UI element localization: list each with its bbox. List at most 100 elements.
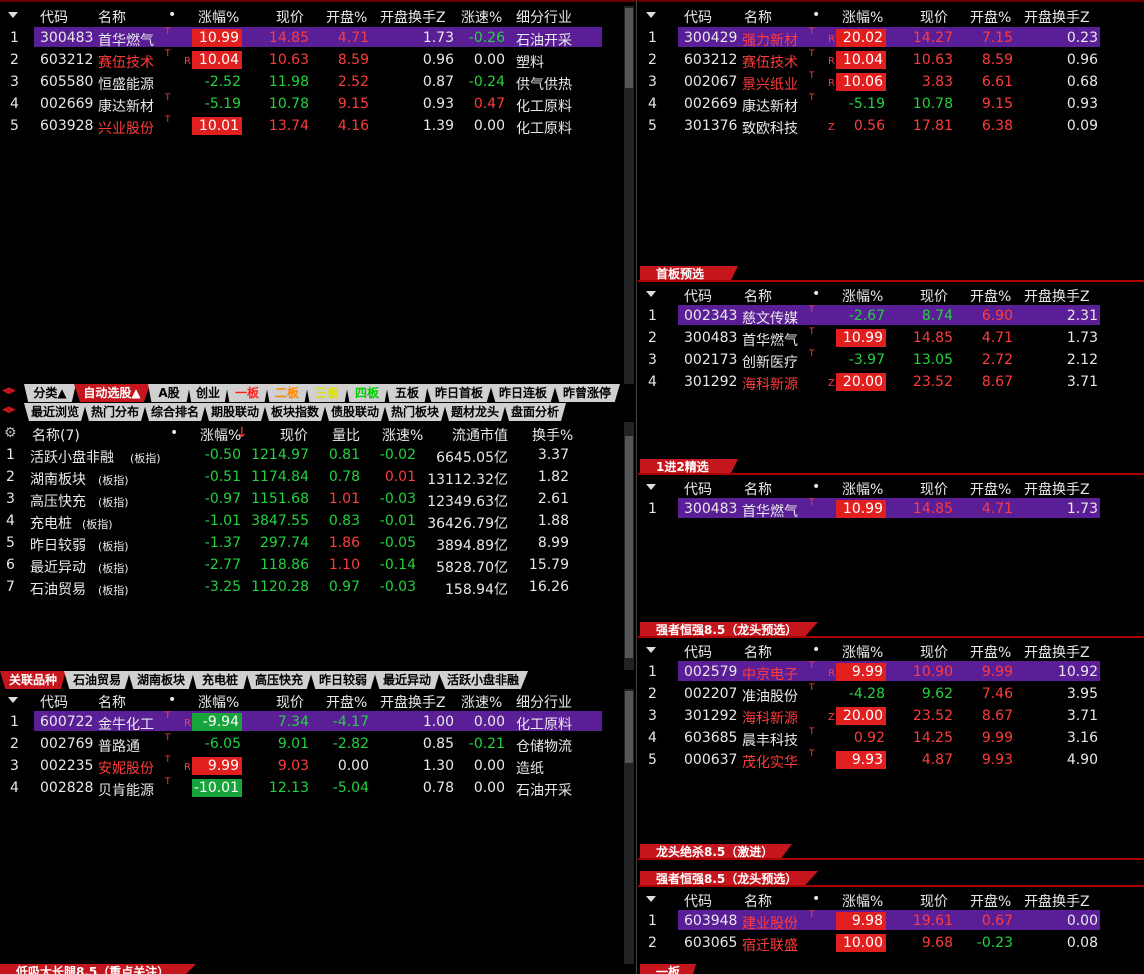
tab-7[interactable]: 题材龙头 (444, 403, 506, 421)
column-header[interactable]: 名称 (744, 479, 772, 499)
table-row[interactable]: 1 600722 金牛化工 T R -9.94 7.34 -4.17 1.00 0.00 化工原料 (0, 711, 624, 733)
table-row[interactable]: 2 002207 准油股份 T -4.28 9.62 7.46 3.95 (638, 683, 1144, 705)
column-header[interactable]: 名称 (744, 7, 772, 27)
column-header[interactable]: 涨速% (461, 692, 502, 712)
sort-menu-icon[interactable] (646, 12, 656, 18)
column-header[interactable]: 代码 (40, 7, 68, 27)
tab-4[interactable]: 高压快充 (246, 671, 312, 689)
column-header[interactable]: 开盘换手Z (380, 692, 446, 712)
column-header[interactable]: 代码 (40, 692, 68, 712)
column-header[interactable]: 名称 (744, 642, 772, 662)
column-header[interactable]: 开盘% (970, 891, 1011, 911)
column-header[interactable]: 涨幅% (842, 7, 883, 27)
sort-menu-icon[interactable] (646, 896, 656, 902)
table-row[interactable]: 5 301376 致欧科技 Z 0.56 17.81 6.38 0.09 (638, 115, 1144, 137)
column-header[interactable]: 名称 (744, 286, 772, 306)
tab-3[interactable]: 期股联动 (204, 403, 266, 421)
table-row[interactable]: 5 000637 茂化实华 T 9.93 4.87 9.93 4.90 (638, 749, 1144, 771)
table-row[interactable]: 2 603212 赛伍技术 T R 10.04 10.63 8.59 0.96 0.00 塑料 (0, 49, 624, 71)
tab-scroll-arrow-icon[interactable]: ◀▶ (2, 386, 16, 396)
column-header[interactable]: 代码 (684, 286, 712, 306)
tab-9[interactable]: 昨日首板 (426, 384, 492, 402)
table-row[interactable]: 2 603065 宿迁联盛 10.00 9.68 -0.23 0.08 (638, 932, 1144, 954)
column-header[interactable]: 开盘换手Z (1024, 7, 1090, 27)
sort-menu-icon[interactable] (646, 647, 656, 653)
column-header[interactable]: • (168, 7, 176, 23)
tab-8[interactable]: 盘面分析 (504, 403, 566, 421)
column-header[interactable]: • (170, 425, 178, 441)
column-header[interactable]: • (168, 692, 176, 708)
tab-3[interactable]: 创业 (188, 384, 228, 402)
tab-10[interactable]: 昨日连板 (490, 384, 556, 402)
column-header[interactable]: 涨幅% (842, 891, 883, 911)
column-header[interactable]: 量比 (332, 425, 360, 445)
column-header[interactable]: 现价 (920, 7, 948, 27)
table-row[interactable]: 2 湖南板块 (板指) -0.51 1174.84 0.78 0.01 13112.32亿 1.… (0, 466, 624, 488)
tab-0[interactable]: 关联品种 (0, 671, 66, 689)
table-row[interactable]: 3 301292 海科新源 Z 20.00 23.52 8.67 3.71 (638, 705, 1144, 727)
table-row[interactable]: 1 活跃小盘非融 (板指) -0.50 1214.97 0.81 -0.02 6645.05亿… (0, 444, 624, 466)
column-header[interactable]: 开盘% (970, 479, 1011, 499)
tab-5[interactable]: 债股联动 (324, 403, 386, 421)
column-header[interactable]: 涨幅% (842, 642, 883, 662)
tab-2[interactable]: A股 (148, 384, 190, 402)
column-header[interactable]: 现价 (920, 286, 948, 306)
column-header[interactable]: 流通市值 (452, 425, 508, 445)
tab-6[interactable]: 最近异动 (374, 671, 440, 689)
table-row[interactable]: 1 603948 建业股份 T 9.98 19.61 0.67 0.00 (638, 910, 1144, 932)
column-header[interactable]: 现价 (920, 479, 948, 499)
column-header[interactable]: 开盘换手Z (380, 7, 446, 27)
tab-0[interactable]: 分类▲ (24, 384, 76, 402)
settings-gear-icon[interactable]: ⚙ (4, 425, 17, 441)
column-header[interactable]: • (812, 891, 820, 907)
tab-1[interactable]: 石油贸易 (64, 671, 130, 689)
column-header[interactable]: 代码 (684, 642, 712, 662)
table-row[interactable]: 1 002343 慈文传媒 T -2.67 8.74 6.90 2.31 (638, 305, 1144, 327)
column-header[interactable]: • (812, 286, 820, 302)
column-header[interactable]: 涨幅% (842, 286, 883, 306)
tab-scroll-arrow-icon[interactable]: ◀▶ (2, 405, 16, 415)
tab-7[interactable]: 活跃小盘非融 (438, 671, 528, 689)
table-row[interactable]: 4 301292 海科新源 Z 20.00 23.52 8.67 3.71 (638, 371, 1144, 393)
column-header[interactable]: 涨速% (461, 7, 502, 27)
table-row[interactable]: 2 300483 首华燃气 T 10.99 14.85 4.71 1.73 (638, 327, 1144, 349)
column-header[interactable]: • (812, 479, 820, 495)
table-row[interactable]: 3 605580 恒盛能源 -2.52 11.98 2.52 0.87 -0.24 供气供热 (0, 71, 624, 93)
column-header[interactable]: 开盘% (326, 7, 367, 27)
tab-1[interactable]: 自动选股▲ (74, 384, 150, 402)
column-header[interactable]: 现价 (276, 7, 304, 27)
table-row[interactable]: 2 603212 赛伍技术 T R 10.04 10.63 8.59 0.96 (638, 49, 1144, 71)
tab-6[interactable]: 热门板块 (384, 403, 446, 421)
bottom-left-title[interactable]: 低吸大长腿8.5（重点关注） (0, 964, 196, 974)
column-header[interactable]: 涨幅% (198, 7, 239, 27)
scrollbar[interactable] (624, 6, 634, 384)
table-row[interactable]: 3 高压快充 (板指) -0.97 1151.68 1.01 -0.03 12349.63亿 2… (0, 488, 624, 510)
table-row[interactable]: 2 002769 普路通 T -6.05 9.01 -2.82 0.85 -0.21 仓储物流 (0, 733, 624, 755)
tab-5[interactable]: 二板 (266, 384, 308, 402)
tab-4[interactable]: 板块指数 (264, 403, 326, 421)
table-row[interactable]: 4 603685 晨丰科技 T 0.92 14.25 9.99 3.16 (638, 727, 1144, 749)
column-header[interactable]: 开盘换手Z (1024, 642, 1090, 662)
sort-menu-icon[interactable] (646, 291, 656, 297)
column-header[interactable]: 开盘% (970, 642, 1011, 662)
table-row[interactable]: 6 最近异动 (板指) -2.77 118.86 1.10 -0.14 5828.70亿 15.… (0, 554, 624, 576)
table-row[interactable]: 1 002579 中京电子 T R 9.99 10.90 9.99 10.92 (638, 661, 1144, 683)
scrollbar[interactable] (624, 422, 634, 670)
table-row[interactable]: 1 300429 强力新材 T R 20.02 14.27 7.15 0.23 (638, 27, 1144, 49)
column-header[interactable]: 名称 (98, 692, 126, 712)
table-row[interactable]: 5 603928 兴业股份 T 10.01 13.74 4.16 1.39 0.00 化工原料 (0, 115, 624, 137)
tab-2[interactable]: 综合排名 (144, 403, 206, 421)
column-header[interactable]: 现价 (920, 642, 948, 662)
column-header[interactable]: 开盘% (970, 286, 1011, 306)
column-header[interactable]: 现价 (920, 891, 948, 911)
column-header[interactable]: 代码 (684, 479, 712, 499)
column-header[interactable]: 细分行业 (516, 7, 572, 27)
column-header[interactable]: 现价 (280, 425, 308, 445)
table-row[interactable]: 4 002669 康达新材 T -5.19 10.78 9.15 0.93 (638, 93, 1144, 115)
table-row[interactable]: 7 石油贸易 (板指) -3.25 1120.28 0.97 -0.03 158.94亿 16.… (0, 576, 624, 598)
table-row[interactable]: 4 充电桩 (板指) -1.01 3847.55 0.83 -0.01 36426.79亿 1.… (0, 510, 624, 532)
column-header[interactable]: 涨幅% (198, 692, 239, 712)
tab-8[interactable]: 五板 (386, 384, 428, 402)
table-row[interactable]: 3 002067 景兴纸业 T R 10.06 3.83 6.61 0.68 (638, 71, 1144, 93)
tab-0[interactable]: 最近浏览 (24, 403, 86, 421)
